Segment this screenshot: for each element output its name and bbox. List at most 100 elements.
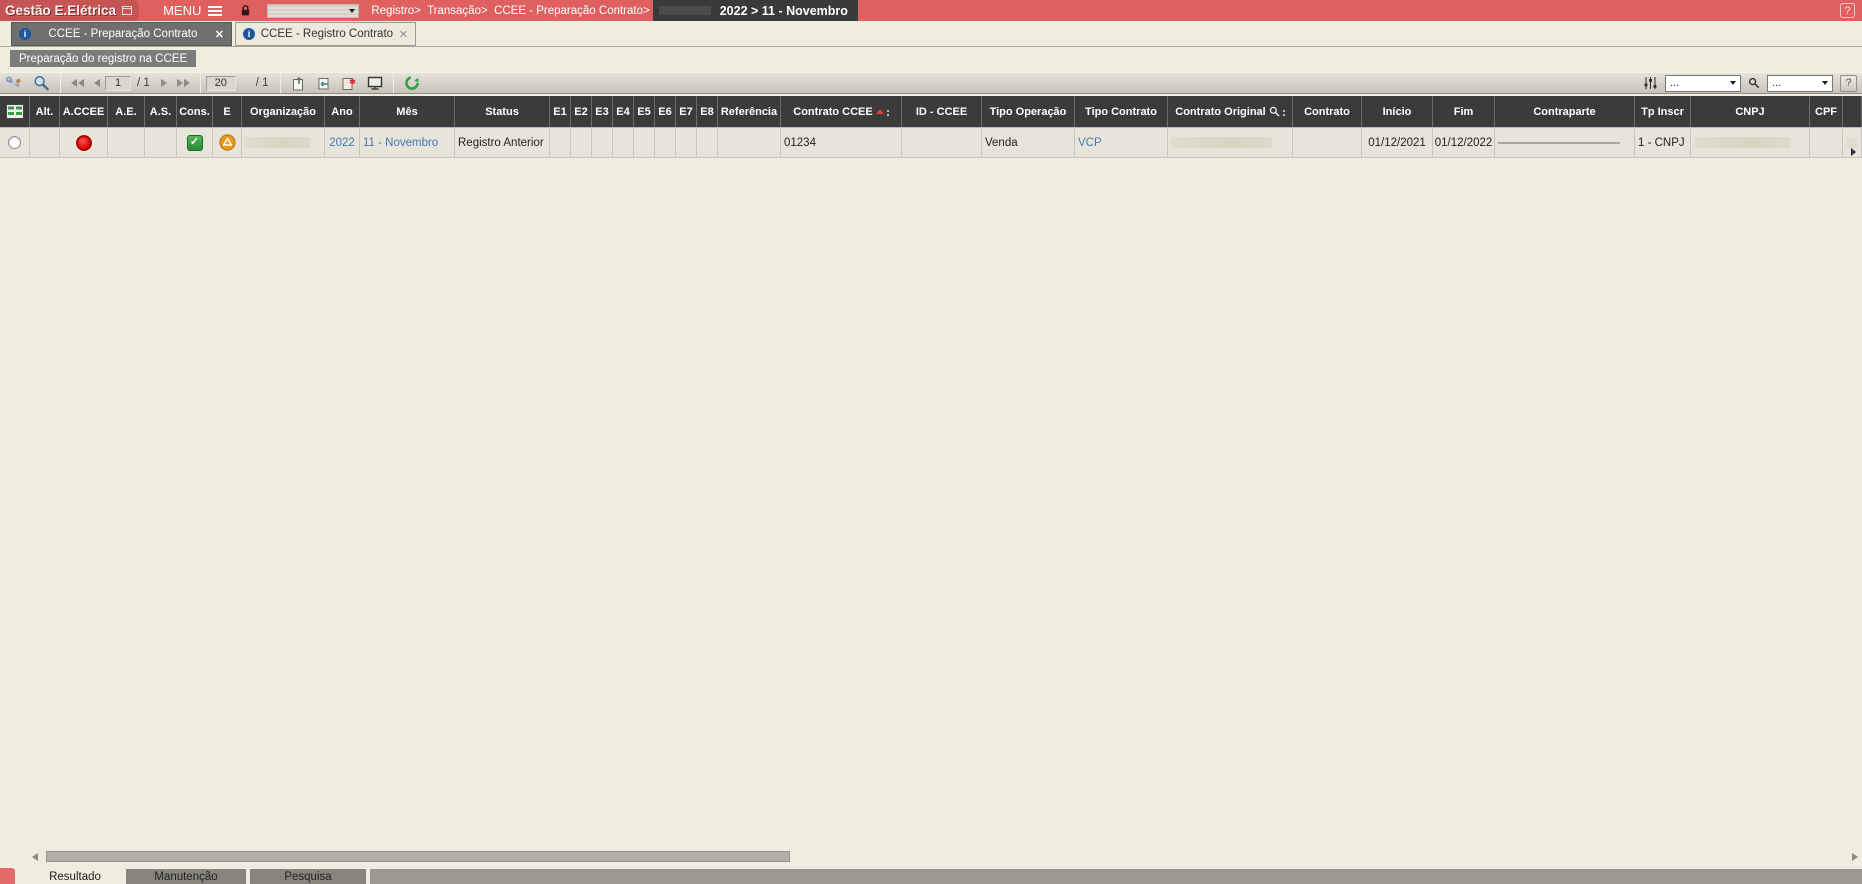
column-header-tp_inscr[interactable]: Tp Inscr: [1635, 96, 1691, 127]
cell-e: [213, 128, 242, 157]
view-select[interactable]: ...: [1665, 75, 1741, 92]
sort-priority-dots: [887, 108, 889, 116]
bottom-tab-manutencao[interactable]: Manutenção: [126, 869, 246, 884]
cell-e5: [634, 128, 655, 157]
column-label: E6: [658, 106, 671, 118]
page-number-input[interactable]: [105, 76, 131, 91]
column-header-organizacao[interactable]: Organização: [242, 96, 325, 127]
export-button[interactable]: [286, 73, 311, 93]
column-header-contrato_original[interactable]: Contrato Original: [1168, 96, 1293, 127]
column-header-e8[interactable]: E8: [697, 96, 718, 127]
column-header-cnpj[interactable]: CNPJ: [1691, 96, 1810, 127]
column-header-tipo_operacao[interactable]: Tipo Operação: [982, 96, 1075, 127]
grid-row[interactable]: ✓202211 - NovembroRegistro Anterior01234…: [0, 127, 1862, 158]
last-page-button[interactable]: [172, 73, 195, 93]
column-label: Contrato Original: [1175, 106, 1265, 118]
cell-inicio: 01/12/2021: [1362, 128, 1433, 157]
tab-ccee-registro-contrato[interactable]: i CCEE - Registro Contrato ✕: [235, 22, 416, 46]
cell-referencia: [718, 128, 781, 157]
column-label: Contrato CCEE: [793, 106, 872, 118]
column-header-as[interactable]: A.S.: [145, 96, 177, 127]
redacted-period-prefix: [659, 6, 711, 15]
link-ano[interactable]: 2022: [329, 137, 355, 149]
column-header-e5[interactable]: E5: [634, 96, 655, 127]
column-header-ano[interactable]: Ano: [325, 96, 360, 127]
column-header-referencia[interactable]: Referência: [718, 96, 781, 127]
column-header-id_ccee[interactable]: ID - CCEE: [902, 96, 982, 127]
search-field-select[interactable]: ...: [1767, 75, 1833, 92]
column-header-e6[interactable]: E6: [655, 96, 676, 127]
column-header-e1[interactable]: E1: [550, 96, 571, 127]
screen-view-button[interactable]: [362, 73, 388, 93]
quick-search-icon[interactable]: [1748, 77, 1760, 89]
doc-export-icon: [291, 76, 306, 91]
hscroll-right-icon[interactable]: [1852, 853, 1858, 861]
column-header-inicio[interactable]: Início: [1362, 96, 1433, 127]
column-header-e[interactable]: E: [213, 96, 242, 127]
column-header-e7[interactable]: E7: [676, 96, 697, 127]
window-restore-icon[interactable]: [122, 6, 132, 15]
column-header-tipo_contrato[interactable]: Tipo Contrato: [1075, 96, 1168, 127]
grid-toolbar: / 1 / 1 ... ... ?: [0, 72, 1862, 94]
column-header-e3[interactable]: E3: [592, 96, 613, 127]
tabstrip-divider: [0, 46, 1862, 47]
column-header-contraparte[interactable]: Contraparte: [1495, 96, 1635, 127]
tab-label: CCEE - Preparação Contrato: [36, 28, 210, 40]
next-page-button[interactable]: [156, 73, 172, 93]
menu-button[interactable]: MENU: [163, 3, 222, 18]
close-icon[interactable]: ✕: [215, 28, 224, 41]
column-header-mes[interactable]: Mês: [360, 96, 455, 127]
column-header-contrato_ccee[interactable]: Contrato CCEE: [781, 96, 902, 127]
text-inicio: 01/12/2021: [1368, 137, 1426, 149]
row-select-radio[interactable]: [8, 136, 21, 149]
text-tipo_operacao: Venda: [985, 137, 1018, 149]
hscroll-thumb[interactable]: [46, 851, 790, 862]
view-select-value: ...: [1670, 77, 1679, 89]
link-mes[interactable]: 11 - Novembro: [363, 137, 438, 149]
settings-tools-button[interactable]: [0, 73, 28, 93]
page-size-input[interactable]: [206, 76, 236, 91]
toolbar-help-button[interactable]: ?: [1840, 75, 1857, 92]
cell-e8: [697, 128, 718, 157]
column-label: CPF: [1815, 106, 1837, 118]
tab-ccee-preparacao-contrato[interactable]: i CCEE - Preparação Contrato ✕: [11, 22, 232, 46]
column-header-e2[interactable]: E2: [571, 96, 592, 127]
filter-sliders-icon[interactable]: [1643, 76, 1658, 90]
bottom-tab-resultado[interactable]: Resultado: [28, 869, 122, 884]
topbar-help-button[interactable]: ?: [1840, 3, 1855, 18]
column-label: Tp Inscr: [1641, 106, 1684, 118]
cell-contrato_ccee: 01234: [781, 128, 902, 157]
column-header-e4[interactable]: E4: [613, 96, 634, 127]
column-header-fim[interactable]: Fim: [1433, 96, 1495, 127]
text-fim: 01/12/2022: [1435, 137, 1493, 149]
search-button[interactable]: [28, 73, 55, 93]
column-header-alt[interactable]: Alt.: [30, 96, 60, 127]
cell-e2: [571, 128, 592, 157]
column-header-sel: [0, 96, 30, 127]
link-tipo_contrato[interactable]: VCP: [1078, 137, 1102, 149]
column-header-contrato[interactable]: Contrato: [1293, 96, 1362, 127]
lock-icon[interactable]: [240, 4, 251, 17]
grid-scroll-right-icon[interactable]: [1851, 148, 1856, 156]
column-header-status[interactable]: Status: [455, 96, 550, 127]
topbar-select[interactable]: [267, 4, 359, 18]
breadcrumb[interactable]: Registro> Transação> CCEE - Preparação C…: [371, 5, 649, 17]
bottom-tab-pesquisa[interactable]: Pesquisa: [250, 869, 366, 884]
close-icon[interactable]: ✕: [399, 28, 408, 41]
column-header-accee[interactable]: A.CCEE: [60, 96, 108, 127]
page-total-label: / 1: [137, 77, 150, 89]
column-label: Cons.: [179, 106, 210, 118]
column-header-cpf[interactable]: CPF: [1810, 96, 1843, 127]
column-header-cons[interactable]: Cons.: [177, 96, 213, 127]
toolbar-separator: [280, 73, 281, 93]
cell-e3: [592, 128, 613, 157]
first-page-button[interactable]: [66, 73, 89, 93]
column-label: E: [223, 106, 230, 118]
refresh-button[interactable]: [399, 73, 425, 93]
hscroll-left-icon[interactable]: [32, 853, 38, 861]
previous-page-button[interactable]: [89, 73, 105, 93]
bottom-tab-filler: [370, 869, 1862, 884]
mandatory-fields-button[interactable]: [336, 73, 362, 93]
return-button[interactable]: [311, 73, 336, 93]
column-header-ae[interactable]: A.E.: [108, 96, 145, 127]
